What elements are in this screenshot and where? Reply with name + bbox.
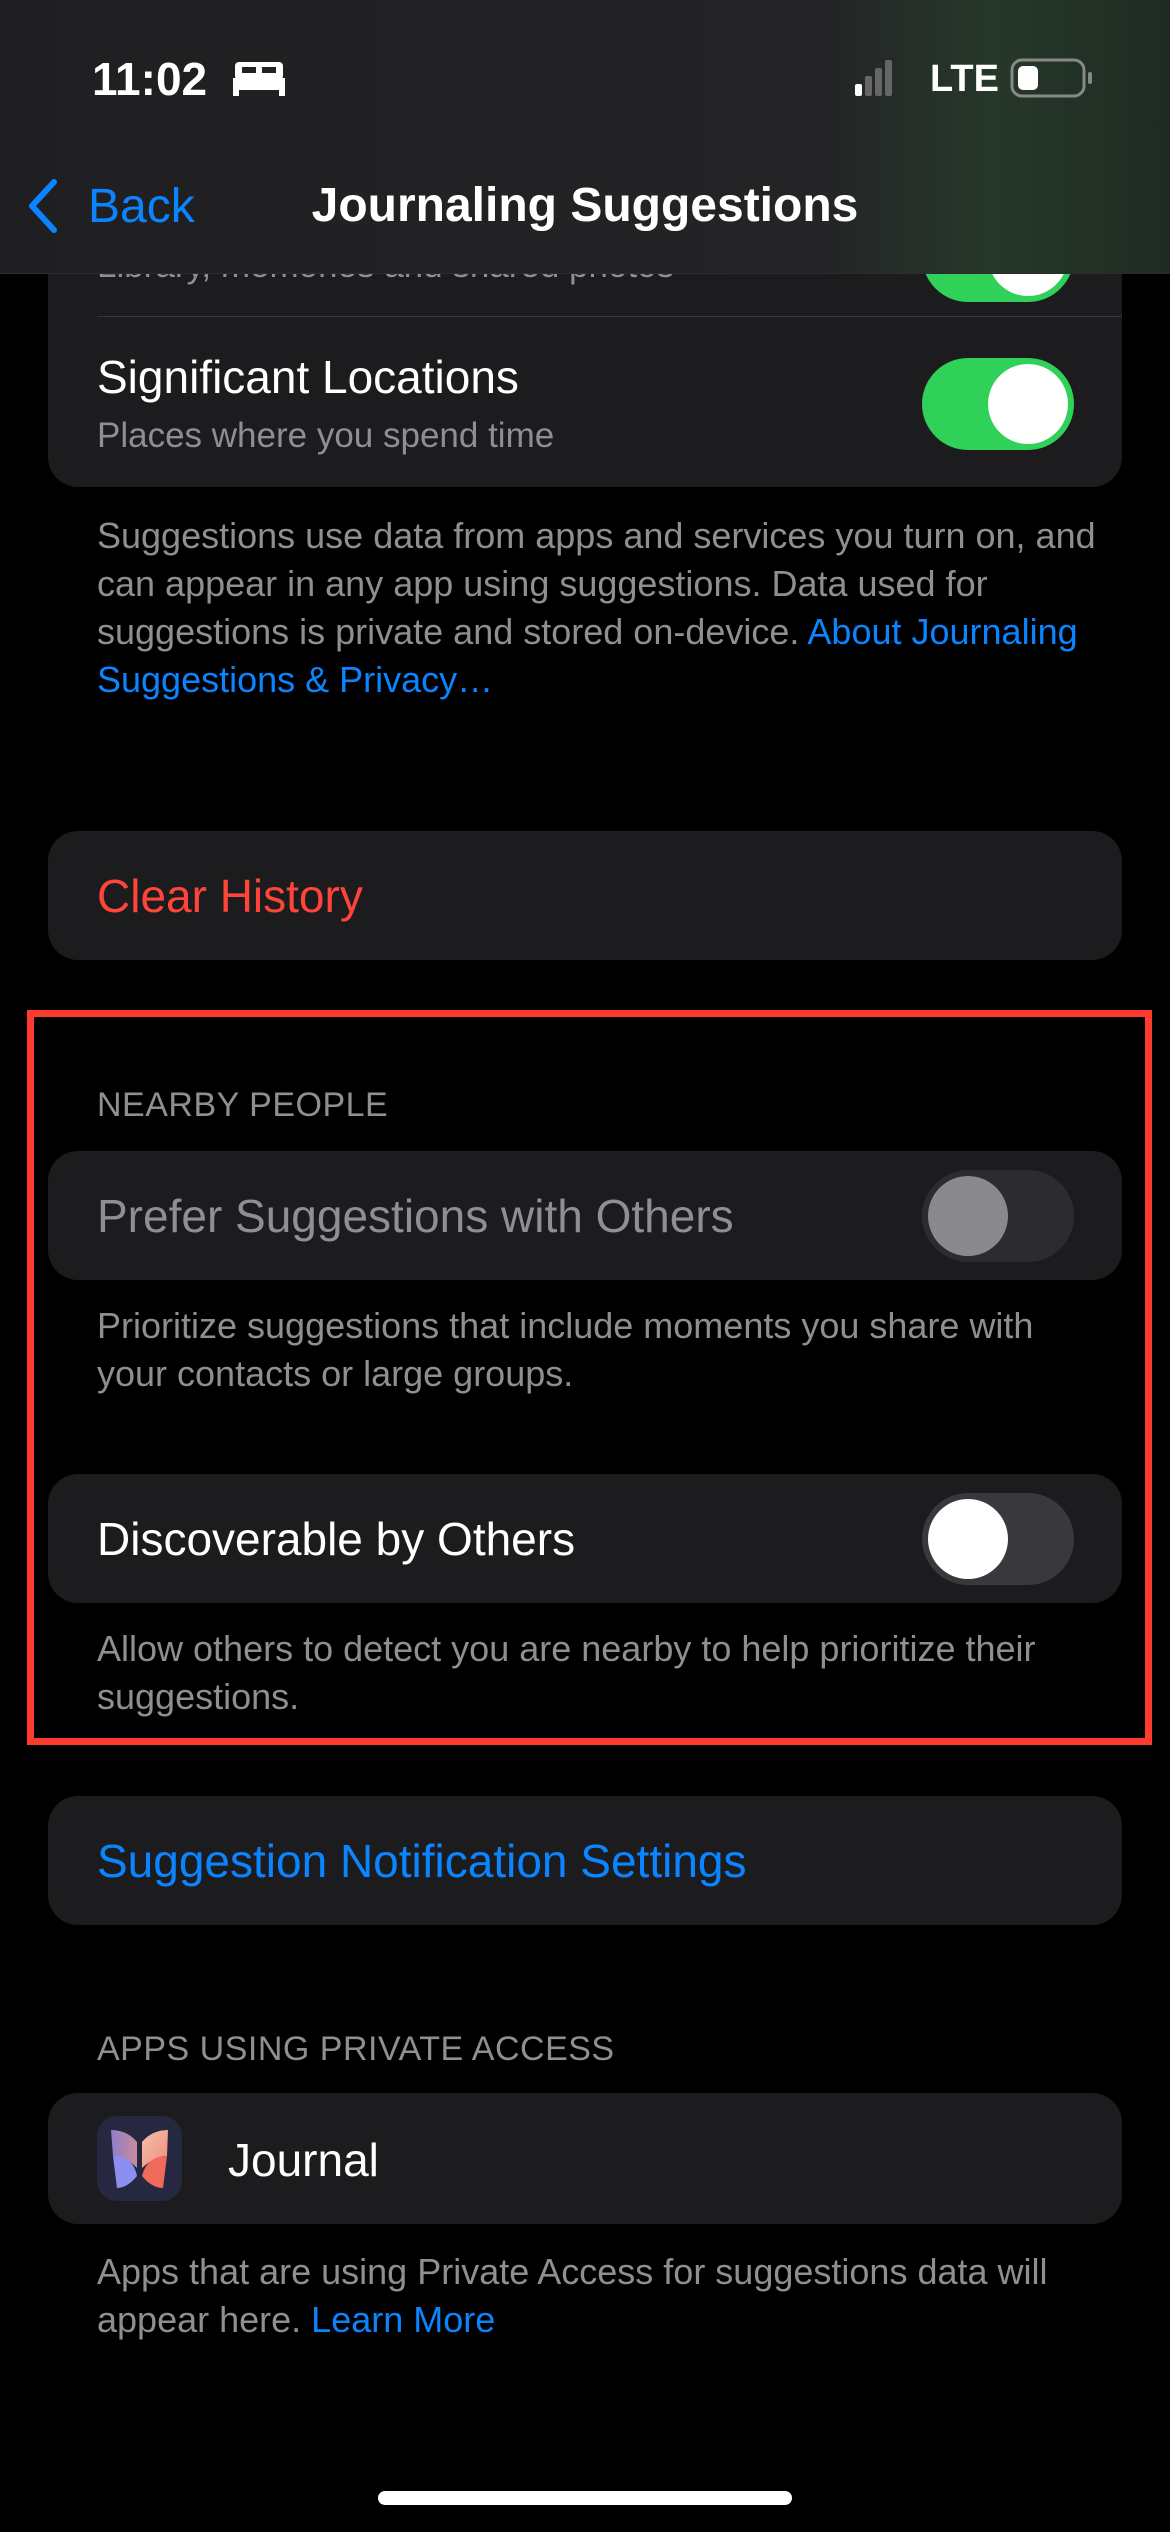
significant-locations-label: Significant Locations (97, 351, 519, 403)
notification-settings-button[interactable]: Suggestion Notification Settings (48, 1796, 1122, 1925)
network-label: LTE (930, 58, 999, 100)
significant-locations-subtitle: Places where you spend time (97, 416, 555, 455)
status-time: 11:02 (92, 53, 208, 105)
signal-icon (855, 60, 892, 96)
prefer-suggestions-label: Prefer Suggestions with Others (97, 1190, 734, 1242)
home-indicator[interactable] (378, 2491, 792, 2505)
clear-history-label: Clear History (97, 870, 363, 922)
significant-locations-toggle[interactable] (922, 358, 1074, 450)
private-access-header: APPS USING PRIVATE ACCESS (97, 2030, 615, 2068)
journal-butterfly-icon (97, 2116, 182, 2201)
row-divider (97, 316, 1122, 317)
discoverable-footer: Allow others to detect you are nearby to… (97, 1628, 1036, 1717)
app-row-journal[interactable]: Journal (48, 2093, 1122, 2224)
notification-settings-label: Suggestion Notification Settings (97, 1835, 747, 1887)
page-title: Journaling Suggestions (311, 179, 859, 232)
discoverable-label: Discoverable by Others (97, 1513, 576, 1565)
nearby-people-header: NEARBY PEOPLE (97, 1086, 389, 1124)
learn-more-link[interactable]: Learn More (311, 2299, 495, 2340)
data-sources-footer: Suggestions use data from apps and servi… (97, 515, 1096, 700)
discoverable-row: Discoverable by Others (48, 1474, 1122, 1603)
prefer-suggestions-row: Prefer Suggestions with Others (48, 1151, 1122, 1280)
bed-icon (233, 62, 285, 96)
prefer-suggestions-footer: Prioritize suggestions that include mome… (97, 1305, 1034, 1394)
clear-history-button[interactable]: Clear History (48, 831, 1122, 960)
journal-app-label: Journal (228, 2134, 379, 2186)
battery-icon (1010, 58, 1092, 98)
private-access-footer: Apps that are using Private Access for s… (97, 2251, 1048, 2340)
discoverable-toggle[interactable] (922, 1493, 1074, 1585)
navigation-bar: 11:02 LTE Back Journaling Suggestions (0, 0, 1170, 274)
prefer-suggestions-toggle[interactable] (922, 1170, 1074, 1262)
